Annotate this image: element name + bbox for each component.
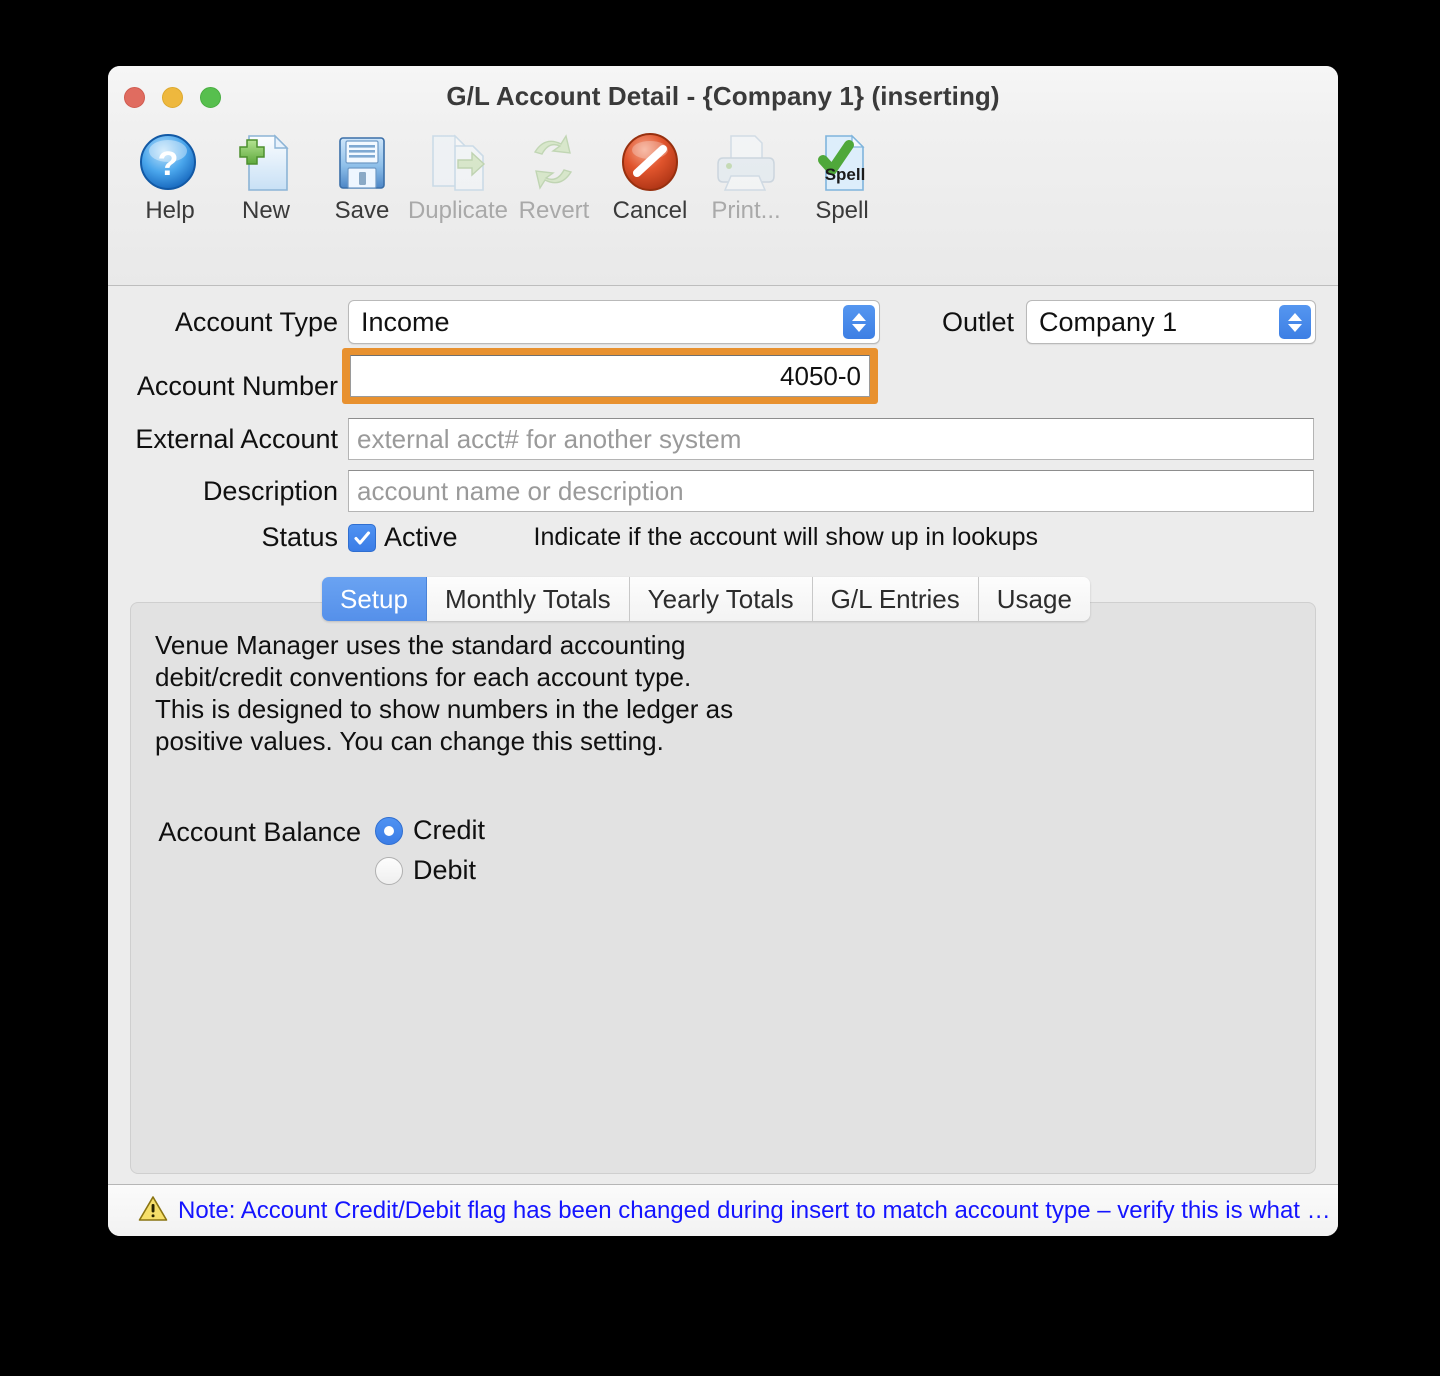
- status-label: Status: [261, 522, 338, 552]
- spell-icon: Spell: [809, 130, 875, 196]
- row-external-account: External Account external acct# for anot…: [130, 418, 1316, 460]
- cancel-icon: [617, 130, 683, 196]
- save-icon: [329, 130, 395, 196]
- tab-label: Yearly Totals: [647, 583, 794, 614]
- toolbar-label-new: New: [241, 197, 290, 224]
- external-account-label: External Account: [135, 423, 338, 454]
- tab-gl-entries[interactable]: G/L Entries: [812, 577, 979, 621]
- account-number-input[interactable]: 4050-0: [350, 355, 870, 397]
- tab-label: G/L Entries: [830, 583, 960, 614]
- radio-label-debit: Debit: [413, 855, 477, 885]
- description-label: Description: [202, 475, 338, 506]
- toolbar-label-help: Help: [145, 197, 195, 224]
- toolbar-button-save[interactable]: Save: [314, 130, 410, 230]
- toolbar-button-revert: Revert: [506, 130, 602, 230]
- radio-label-credit: Credit: [413, 815, 486, 845]
- warning-triangle-icon: [138, 1195, 168, 1227]
- account-number-label: Account Number: [136, 370, 338, 401]
- account-balance-options: Credit Debit: [375, 815, 485, 895]
- svg-text:?: ?: [158, 145, 179, 183]
- toolbar-label-revert: Revert: [518, 197, 590, 224]
- tab-label: Usage: [996, 583, 1072, 614]
- row-description: Description account name or description: [130, 470, 1316, 512]
- account-type-value: Income: [360, 306, 450, 337]
- toolbar-button-spell[interactable]: Spell Spell: [794, 130, 890, 230]
- tab-label: Setup: [340, 583, 408, 614]
- toolbar-label-print: Print...: [711, 197, 781, 224]
- toolbar-label-save: Save: [334, 197, 390, 224]
- outlet-label: Outlet: [941, 306, 1015, 337]
- toolbar-label-spell: Spell: [815, 197, 869, 224]
- toolbar: ? Help New Save Duplicate Revert Cancel …: [108, 128, 1338, 286]
- account-type-select[interactable]: Income: [347, 300, 880, 344]
- radio-unselected-icon: [375, 856, 403, 885]
- tab-strip: Setup Monthly Totals Yearly Totals G/L E…: [322, 577, 1090, 621]
- window-title: G/L Account Detail - {Company 1} (insert…: [446, 81, 1000, 111]
- outlet-select[interactable]: Company 1: [1026, 300, 1316, 344]
- outlet-value: Company 1: [1039, 306, 1178, 337]
- setup-description-text: Venue Manager uses the standard accounti…: [155, 630, 734, 756]
- external-account-input[interactable]: external acct# for another system: [348, 418, 1314, 460]
- chevron-updown-icon[interactable]: [1279, 305, 1311, 339]
- row-account-type: Account Type Income Outlet Company 1: [130, 300, 1316, 344]
- status-hint: Indicate if the account will show up in …: [533, 523, 1038, 551]
- svg-text:Spell: Spell: [825, 165, 866, 184]
- status-active-checkbox[interactable]: Active: [348, 522, 458, 553]
- new-icon: [233, 130, 299, 196]
- toolbar-button-help[interactable]: ? Help: [122, 130, 218, 230]
- gl-account-detail-window: G/L Account Detail - {Company 1} (insert…: [108, 66, 1338, 1236]
- chevron-updown-icon[interactable]: [842, 305, 875, 339]
- tab-label: Monthly Totals: [444, 583, 611, 614]
- window-titlebar: G/L Account Detail - {Company 1} (insert…: [108, 66, 1338, 128]
- status-checkbox-label: Active: [384, 522, 458, 552]
- account-type-label: Account Type: [174, 306, 338, 337]
- account-balance-group: Account Balance Credit Debit: [155, 815, 1315, 895]
- tab-yearly-totals[interactable]: Yearly Totals: [629, 577, 813, 621]
- tab-monthly-totals[interactable]: Monthly Totals: [426, 577, 630, 621]
- print-icon: [713, 130, 779, 196]
- checkmark-icon: [348, 523, 376, 552]
- description-input[interactable]: account name or description: [348, 470, 1314, 512]
- toolbar-label-duplicate: Duplicate: [407, 197, 509, 224]
- tab-usage[interactable]: Usage: [978, 577, 1090, 621]
- toolbar-button-print: Print...: [698, 130, 794, 230]
- toolbar-label-cancel: Cancel: [612, 197, 688, 224]
- account-form: Account Type Income Outlet Company 1 Acc…: [108, 286, 1338, 553]
- radio-option-debit[interactable]: Debit: [375, 855, 485, 886]
- radio-selected-icon: [375, 816, 403, 845]
- duplicate-icon: [425, 130, 491, 196]
- toolbar-button-cancel[interactable]: Cancel: [602, 130, 698, 230]
- tab-section: Setup Monthly Totals Yearly Totals G/L E…: [130, 577, 1316, 1174]
- revert-icon: [521, 130, 587, 196]
- status-bar: Note: Account Credit/Debit flag has been…: [108, 1184, 1338, 1236]
- toolbar-button-duplicate: Duplicate: [407, 130, 509, 230]
- radio-option-credit[interactable]: Credit: [375, 815, 485, 846]
- setup-tab-panel: Venue Manager uses the standard accounti…: [130, 602, 1316, 1174]
- toolbar-button-new[interactable]: New: [218, 130, 314, 230]
- account-balance-label: Account Balance: [158, 817, 361, 847]
- tab-setup[interactable]: Setup: [322, 577, 427, 621]
- help-icon: ?: [137, 130, 203, 196]
- status-message: Note: Account Credit/Debit flag has been…: [178, 1196, 1338, 1224]
- row-status: Status Active Indicate if the account wi…: [130, 522, 1316, 553]
- row-account-number: Account Number 4050-0: [130, 348, 1316, 414]
- account-number-focus-ring: 4050-0: [342, 348, 878, 404]
